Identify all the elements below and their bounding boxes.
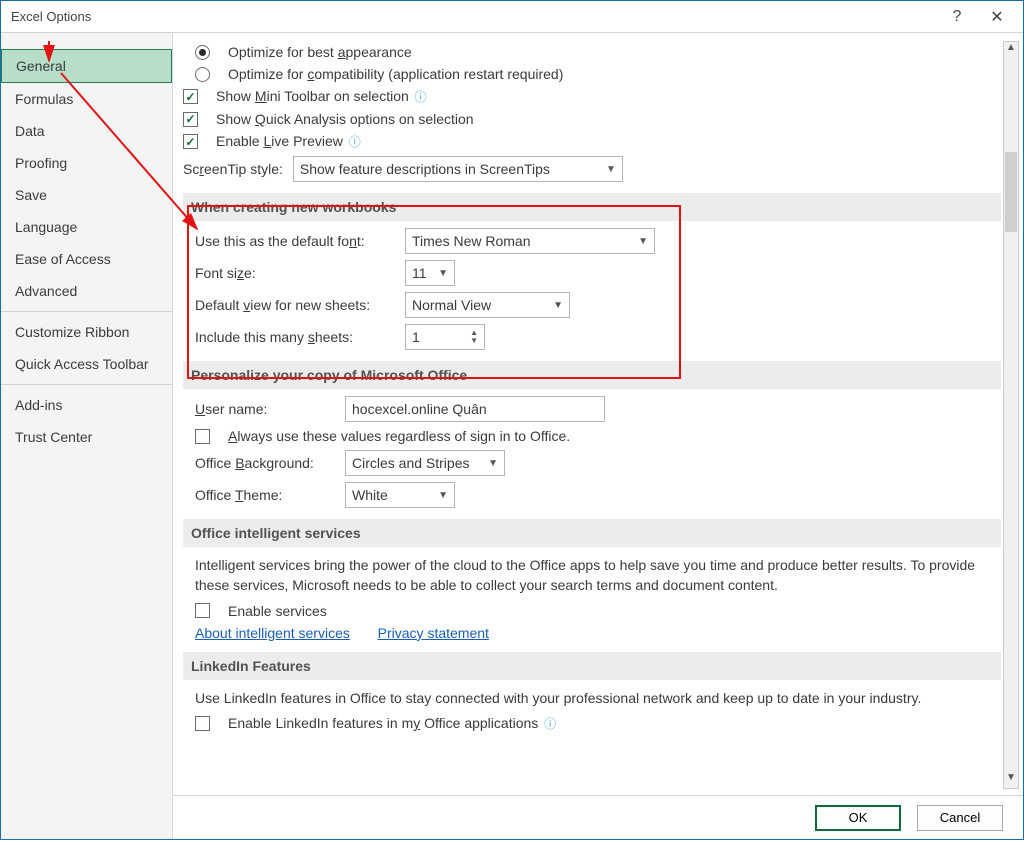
sidebar-item-ease-of-access[interactable]: Ease of Access xyxy=(1,243,172,275)
screentip-combo[interactable]: Show feature descriptions in ScreenTips ▼ xyxy=(293,156,623,182)
sheets-count-row: Include this many sheets: 1 ▲▼ xyxy=(183,321,1001,353)
vertical-scrollbar[interactable]: ▲ ▼ xyxy=(1003,41,1019,789)
check-enable-linkedin[interactable]: Enable LinkedIn features in my Office ap… xyxy=(183,712,1001,735)
intelligent-services-desc: Intelligent services bring the power of … xyxy=(183,551,1001,600)
info-icon: ⓘ xyxy=(544,717,556,731)
privacy-statement-link[interactable]: Privacy statement xyxy=(378,625,489,641)
scroll-up-icon[interactable]: ▲ xyxy=(1004,42,1018,58)
chevron-down-icon: ▼ xyxy=(438,268,448,279)
scroll-thumb[interactable] xyxy=(1005,152,1017,232)
chevron-down-icon: ▼ xyxy=(606,164,616,175)
office-background-row: Office Background: Circles and Stripes▼ xyxy=(183,447,1001,479)
checkbox-icon xyxy=(195,603,210,618)
check-always-use[interactable]: Always use these values regardless of si… xyxy=(183,425,1001,447)
main-panel: Optimize for best appearance Optimize fo… xyxy=(173,33,1023,839)
spinner-buttons[interactable]: ▲▼ xyxy=(470,329,478,345)
user-name-row: User name: hocexcel.online Quân xyxy=(183,393,1001,425)
default-view-combo[interactable]: Normal View ▼ xyxy=(405,292,570,318)
scroll-down-icon[interactable]: ▼ xyxy=(1004,772,1018,788)
user-name-input[interactable]: hocexcel.online Quân xyxy=(345,396,605,422)
combo-value: Times New Roman xyxy=(412,233,531,249)
intel-links-row: About intelligent services Privacy state… xyxy=(183,622,1001,644)
linkedin-desc: Use LinkedIn features in Office to stay … xyxy=(183,684,1001,712)
dialog-body: GeneralFormulasDataProofingSaveLanguageE… xyxy=(1,33,1023,839)
section-personalize: Personalize your copy of Microsoft Offic… xyxy=(183,361,1001,389)
radio-icon xyxy=(195,67,210,82)
check-enable-services[interactable]: Enable services xyxy=(183,600,1001,622)
default-view-row: Default view for new sheets: Normal View… xyxy=(183,289,1001,321)
check-mini-toolbar[interactable]: Show Mini Toolbar on selection ⓘ xyxy=(183,85,1001,108)
default-font-combo[interactable]: Times New Roman ▼ xyxy=(405,228,655,254)
checkbox-icon xyxy=(183,134,198,149)
category-sidebar: GeneralFormulasDataProofingSaveLanguageE… xyxy=(1,33,173,839)
combo-value: Normal View xyxy=(412,297,491,313)
section-linkedin: LinkedIn Features xyxy=(183,652,1001,680)
font-size-combo[interactable]: 11 ▼ xyxy=(405,260,455,286)
scroll-area: Optimize for best appearance Optimize fo… xyxy=(183,41,1001,789)
sidebar-item-add-ins[interactable]: Add-ins xyxy=(1,389,172,421)
close-button[interactable]: ✕ xyxy=(977,2,1017,32)
sidebar-item-formulas[interactable]: Formulas xyxy=(1,83,172,115)
radio-icon xyxy=(195,45,210,60)
sidebar-item-advanced[interactable]: Advanced xyxy=(1,275,172,307)
checkbox-icon xyxy=(183,112,198,127)
sidebar-item-language[interactable]: Language xyxy=(1,211,172,243)
check-label: Enable services xyxy=(228,603,327,619)
cancel-button[interactable]: Cancel xyxy=(917,805,1003,831)
titlebar: Excel Options ? ✕ xyxy=(1,1,1023,33)
checkbox-icon xyxy=(183,89,198,104)
default-font-row: Use this as the default font: Times New … xyxy=(183,225,1001,257)
sidebar-item-data[interactable]: Data xyxy=(1,115,172,147)
sidebar-item-proofing[interactable]: Proofing xyxy=(1,147,172,179)
sidebar-item-trust-center[interactable]: Trust Center xyxy=(1,421,172,453)
combo-value: White xyxy=(352,487,388,503)
combo-value: 11 xyxy=(412,265,427,281)
dialog-title: Excel Options xyxy=(11,9,91,24)
checkbox-icon xyxy=(195,429,210,444)
spinner-value: 1 xyxy=(412,329,420,345)
ok-button[interactable]: OK xyxy=(815,805,901,831)
textbox-value: hocexcel.online Quân xyxy=(352,401,487,417)
check-quick-analysis[interactable]: Show Quick Analysis options on selection xyxy=(183,108,1001,130)
about-intelligent-services-link[interactable]: About intelligent services xyxy=(195,625,350,641)
chevron-down-icon: ▼ xyxy=(553,300,563,311)
font-size-row: Font size: 11▼ xyxy=(183,257,1001,289)
chevron-down-icon: ▼ xyxy=(638,236,648,247)
chevron-down-icon: ▼ xyxy=(488,458,498,469)
checkbox-icon xyxy=(195,716,210,731)
excel-options-dialog: Excel Options ? ✕ GeneralFormulasDataPro… xyxy=(0,0,1024,840)
screentip-row: ScreenTip style: Show feature descriptio… xyxy=(183,153,1001,185)
office-theme-row: Office Theme: White▼ xyxy=(183,479,1001,511)
sidebar-item-general[interactable]: General xyxy=(1,49,172,83)
office-background-combo[interactable]: Circles and Stripes ▼ xyxy=(345,450,505,476)
sheets-count-spinner[interactable]: 1 ▲▼ xyxy=(405,324,485,350)
section-new-workbooks: When creating new workbooks xyxy=(183,193,1001,221)
section-intelligent-services: Office intelligent services xyxy=(183,519,1001,547)
combo-value: Circles and Stripes xyxy=(352,455,470,471)
info-icon: ⓘ xyxy=(415,90,427,104)
office-theme-combo[interactable]: White ▼ xyxy=(345,482,455,508)
sidebar-item-quick-access-toolbar[interactable]: Quick Access Toolbar xyxy=(1,348,172,380)
radio-optimize-appearance[interactable]: Optimize for best appearance xyxy=(183,41,1001,63)
help-button[interactable]: ? xyxy=(937,2,977,32)
radio-optimize-compat[interactable]: Optimize for compatibility (application … xyxy=(183,63,1001,85)
dialog-footer: OK Cancel xyxy=(173,795,1023,839)
sidebar-item-customize-ribbon[interactable]: Customize Ribbon xyxy=(1,316,172,348)
combo-value: Show feature descriptions in ScreenTips xyxy=(300,161,550,177)
chevron-down-icon: ▼ xyxy=(438,490,448,501)
check-live-preview[interactable]: Enable Live Preview ⓘ xyxy=(183,130,1001,153)
info-icon: ⓘ xyxy=(349,135,361,149)
sidebar-item-save[interactable]: Save xyxy=(1,179,172,211)
